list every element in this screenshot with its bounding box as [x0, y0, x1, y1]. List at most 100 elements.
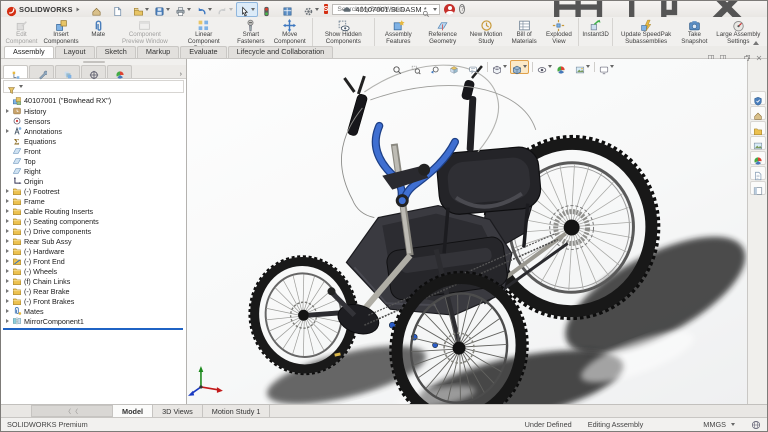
panel-tabs-overflow[interactable]: ›: [180, 71, 182, 78]
tab-display-manager[interactable]: [107, 65, 132, 78]
heads-up-button[interactable]: [536, 61, 553, 73]
ribbon-tab-evaluate[interactable]: Evaluate: [180, 46, 226, 58]
pane2-icon[interactable]: [719, 49, 727, 57]
tree-item-front[interactable]: Front: [1, 146, 186, 156]
ribbon-button-exploded-view[interactable]: Exploded View: [542, 18, 579, 46]
ribbon-button-assembly-features[interactable]: Assembly Features: [377, 18, 420, 46]
heads-up-button[interactable]: [510, 60, 529, 74]
tree-item-sensors[interactable]: Sensors: [1, 116, 186, 126]
expander-icon[interactable]: [4, 209, 10, 213]
doc-close-icon[interactable]: [755, 49, 763, 57]
logo-arrow-icon[interactable]: [76, 7, 79, 11]
ribbon-button-new-motion-study[interactable]: New Motion Study: [466, 18, 507, 46]
document-tab-motion-study-1[interactable]: Motion Study 1: [203, 405, 271, 417]
expander-icon[interactable]: [4, 239, 10, 243]
tree-root-item[interactable]: 40107001 ("Bowhead RX"): [1, 95, 186, 106]
quick-access-button[interactable]: [110, 3, 130, 16]
quick-access-button[interactable]: [259, 3, 279, 16]
ribbon-button-take-snapshot[interactable]: Take Snapshot: [677, 18, 711, 46]
tab-dimxpert-manager[interactable]: [81, 65, 106, 78]
tree-item-annotations[interactable]: Annotations: [1, 126, 186, 136]
expander-icon[interactable]: [4, 309, 10, 313]
ribbon-button-update-speedpak-subassemblies[interactable]: Update SpeedPak Subassemblies: [615, 18, 677, 46]
expander-icon[interactable]: [4, 159, 10, 163]
tree-item-history[interactable]: History: [1, 106, 186, 116]
ribbon-tab-markup[interactable]: Markup: [137, 46, 179, 58]
graphics-viewport[interactable]: [187, 59, 747, 404]
ribbon-button-move-component[interactable]: Move Component: [270, 18, 313, 46]
heads-up-button[interactable]: [574, 61, 591, 73]
doc-minimize-icon[interactable]: [731, 49, 739, 57]
ribbon-tab-lifecycle-and-collaboration[interactable]: Lifecycle and Collaboration: [228, 46, 334, 58]
heads-up-button[interactable]: [491, 61, 508, 73]
tree-item-front-end[interactable]: (-) Front End: [1, 256, 186, 266]
expander-icon[interactable]: [4, 289, 10, 293]
quick-access-button[interactable]: [173, 3, 193, 16]
task-pane-button[interactable]: [750, 121, 766, 135]
expander-icon[interactable]: [4, 199, 10, 203]
tab-featuremanager-tree[interactable]: [3, 65, 28, 78]
ribbon-button-reference-geometry[interactable]: Reference Geometry: [420, 18, 466, 46]
expander-icon[interactable]: [4, 269, 10, 273]
status-units[interactable]: MMGS: [703, 420, 726, 429]
tree-item-f-chain-links[interactable]: (f) Chain Links: [1, 276, 186, 286]
quick-access-button[interactable]: [236, 2, 258, 17]
task-pane-button[interactable]: [750, 151, 766, 165]
help-button[interactable]: ?: [459, 4, 465, 14]
expander-icon[interactable]: [4, 249, 10, 253]
expander-icon[interactable]: [4, 259, 10, 263]
task-pane-button[interactable]: [750, 181, 766, 195]
quick-access-button[interactable]: [301, 3, 321, 16]
quick-access-button[interactable]: [152, 3, 172, 16]
expander-icon[interactable]: [4, 139, 10, 143]
tree-item-mirrorcomponent1[interactable]: MirrorComponent1: [1, 316, 186, 326]
tree-item-drive-components[interactable]: (-) Drive components: [1, 226, 186, 236]
quick-access-button[interactable]: [131, 3, 151, 16]
ribbon-tab-layout[interactable]: Layout: [55, 46, 95, 58]
ribbon-button-linear-component-pattern[interactable]: Linear Component Pattern: [175, 18, 231, 46]
ribbon-button-smart-fasteners[interactable]: Smart Fasteners: [232, 18, 270, 46]
document-tab-model[interactable]: Model: [113, 405, 153, 417]
heads-up-button[interactable]: [448, 61, 465, 73]
task-pane-button[interactable]: [750, 91, 766, 105]
ribbon-button-mate[interactable]: Mate: [82, 18, 114, 46]
ribbon-button-instant3d[interactable]: Instant3D: [581, 18, 613, 46]
task-pane-button[interactable]: [750, 136, 766, 150]
expander-icon[interactable]: [4, 149, 10, 153]
tab-property-manager[interactable]: [29, 65, 54, 78]
tab-scroll-area[interactable]: 〈〈: [31, 405, 113, 417]
tree-item-footrest[interactable]: (-) Footrest: [1, 186, 186, 196]
tree-item-equations[interactable]: Σ Equations: [1, 136, 186, 146]
expander-icon[interactable]: [4, 189, 10, 193]
quick-access-button[interactable]: [89, 3, 109, 16]
ribbon-collapse-icon[interactable]: [753, 41, 759, 45]
doc-restore-icon[interactable]: [743, 49, 751, 57]
expander-icon[interactable]: [4, 279, 10, 283]
ribbon-button-bill-of-materials[interactable]: Bill of Materials: [507, 18, 542, 46]
task-pane-button[interactable]: [750, 166, 766, 180]
tree-item-origin[interactable]: Origin: [1, 176, 186, 186]
tree-item-front-brakes[interactable]: (-) Front Brakes: [1, 296, 186, 306]
tree-item-mates[interactable]: Mates: [1, 306, 186, 316]
rollback-bar[interactable]: [3, 328, 183, 330]
units-dropdown-icon[interactable]: [731, 423, 735, 426]
document-tab-3d-views[interactable]: 3D Views: [153, 405, 203, 417]
expander-icon[interactable]: [4, 299, 10, 303]
quick-access-button[interactable]: [280, 3, 300, 16]
expander-icon[interactable]: [4, 169, 10, 173]
ribbon-button-show-hidden-components[interactable]: Show Hidden Components: [315, 18, 375, 46]
expander-icon[interactable]: [4, 219, 10, 223]
tree-filter[interactable]: [3, 80, 184, 93]
user-avatar[interactable]: [444, 4, 455, 15]
ribbon-button-edit-component[interactable]: Edit Component: [3, 18, 40, 46]
heads-up-button[interactable]: [429, 61, 446, 73]
heads-up-button[interactable]: [410, 61, 427, 73]
expander-icon[interactable]: [4, 319, 10, 323]
expander-icon[interactable]: [4, 109, 10, 113]
filter-icon[interactable]: [7, 82, 16, 91]
tree-item-cable-routing-inserts[interactable]: Cable Routing Inserts: [1, 206, 186, 216]
quick-access-button[interactable]: [215, 3, 235, 16]
ribbon-button-insert-components[interactable]: Insert Components: [40, 18, 82, 46]
ribbon-tab-sketch[interactable]: Sketch: [96, 46, 136, 58]
tab-configuration-manager[interactable]: [55, 65, 80, 78]
